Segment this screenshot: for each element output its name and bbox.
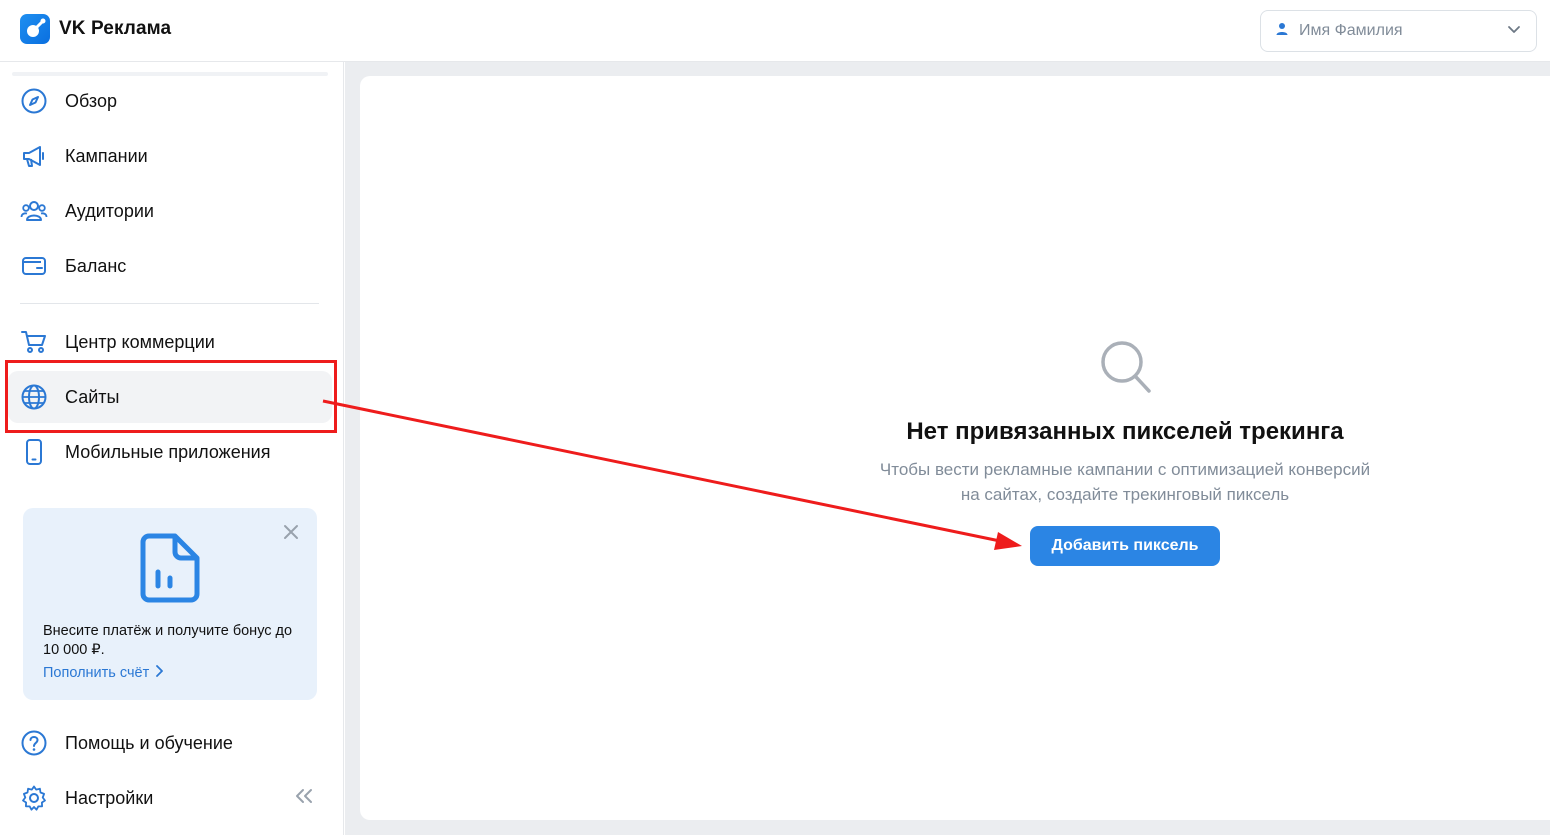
cart-icon xyxy=(20,328,48,356)
sidebar-item-label: Сайты xyxy=(65,386,120,407)
sidebar-item-label: Настройки xyxy=(65,787,154,808)
sidebar-item-balance[interactable]: Баланс xyxy=(8,240,332,292)
chevron-down-icon xyxy=(1506,21,1522,42)
promo-text: Внесите платёж и получите бонус до 10 00… xyxy=(43,623,293,658)
account-name: Имя Фамилия xyxy=(1299,22,1403,39)
sidebar-item-sites[interactable]: Сайты xyxy=(8,371,332,423)
logo-text: VK Реклама xyxy=(59,18,172,39)
phone-icon xyxy=(20,438,48,466)
account-selector[interactable]: Имя Фамилия xyxy=(1260,10,1537,52)
close-icon[interactable] xyxy=(283,524,299,540)
top-up-link-label: Пополнить счёт xyxy=(43,665,150,681)
empty-state-description-line: на сайтах, создайте трекинговый пиксель xyxy=(960,485,1290,504)
sidebar-item-overview[interactable]: Обзор xyxy=(8,75,332,127)
sidebar-item-label: Баланс xyxy=(65,255,127,276)
sidebar-item-audiences[interactable]: Аудитории xyxy=(8,185,332,237)
empty-state-description-line: Чтобы вести рекламные кампании с оптимиз… xyxy=(879,460,1371,479)
sidebar-item-mobile-apps[interactable]: Мобильные приложения xyxy=(8,426,332,478)
wallet-icon xyxy=(20,252,48,280)
sidebar-divider xyxy=(20,303,319,304)
sidebar-item-label: Аудитории xyxy=(65,200,154,221)
bonus-promo-card: Внесите платёж и получите бонус до 10 00… xyxy=(23,508,317,700)
vk-ads-logo[interactable]: VK Реклама xyxy=(20,14,171,44)
gear-icon xyxy=(20,784,48,812)
user-icon xyxy=(1275,22,1289,41)
sidebar-item-commerce[interactable]: Центр коммерции xyxy=(8,316,332,368)
compass-icon xyxy=(20,87,48,115)
empty-state-title: Нет привязанных пикселей трекинга xyxy=(906,418,1344,445)
sidebar-item-campaigns[interactable]: Кампании xyxy=(8,130,332,182)
sidebar-item-settings[interactable]: Настройки xyxy=(8,772,278,824)
empty-state-description: Чтобы вести рекламные кампании с оптимиз… xyxy=(825,457,1425,507)
sidebar-item-label: Центр коммерции xyxy=(65,331,215,352)
document-chart-icon xyxy=(139,532,201,609)
globe-icon xyxy=(20,383,48,411)
top-up-link[interactable]: Пополнить счёт xyxy=(43,665,164,681)
sidebar: Обзор Кампании Аудитории Баланс Центр ко… xyxy=(0,62,344,835)
help-circle-icon xyxy=(20,729,48,757)
megaphone-icon xyxy=(20,142,48,170)
content-card xyxy=(360,76,1550,820)
search-icon xyxy=(1100,340,1152,399)
collapse-sidebar-button[interactable] xyxy=(290,786,318,810)
sidebar-item-label: Помощь и обучение xyxy=(65,732,233,753)
sidebar-item-help[interactable]: Помощь и обучение xyxy=(8,717,332,769)
sidebar-item-label: Мобильные приложения xyxy=(65,441,271,462)
top-header: VK Реклама Имя Фамилия xyxy=(0,0,1550,62)
chevron-right-icon xyxy=(155,665,164,681)
add-pixel-button[interactable]: Добавить пиксель xyxy=(1030,526,1220,566)
sidebar-item-label: Кампании xyxy=(65,145,148,166)
double-chevron-left-icon xyxy=(293,788,315,809)
vk-ads-logo-icon xyxy=(20,14,50,44)
sidebar-item-label: Обзор xyxy=(65,90,117,111)
users-icon xyxy=(20,197,48,225)
